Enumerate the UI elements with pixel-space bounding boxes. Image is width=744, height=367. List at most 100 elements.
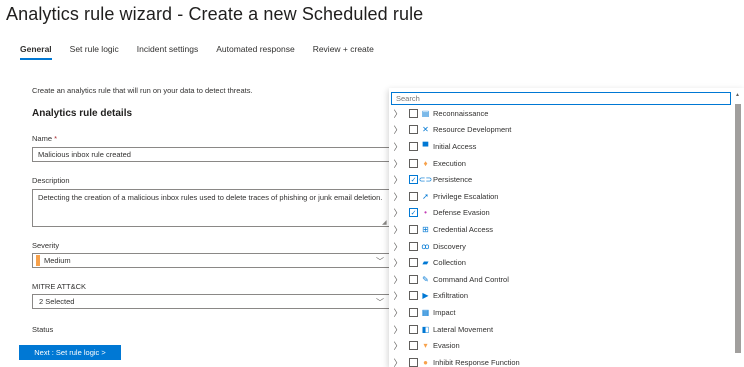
mitre-value: 2 Selected [39,297,75,306]
checkbox[interactable] [409,141,418,151]
list-item[interactable]: 〉 ➚ Privilege Escalation [389,188,731,205]
checkbox[interactable] [409,307,418,317]
chevron-right-icon[interactable]: 〉 [389,123,407,136]
intro-text: Create an analytics rule that will run o… [32,86,253,95]
wizard-tabs: General Set rule logic Incident settings… [20,44,374,60]
description-label: Description [32,176,70,185]
chevron-right-icon[interactable]: 〉 [389,273,407,286]
checkbox[interactable] [409,108,418,118]
scrollbar[interactable]: ▲ [734,92,742,367]
persistence-icon: ⊂⊃ [418,175,433,185]
list-item[interactable]: 〉 ● Inhibit Response Function [389,354,731,367]
chevron-right-icon[interactable]: 〉 [389,356,407,367]
tab-review-create[interactable]: Review + create [313,44,374,60]
checkbox[interactable] [409,357,418,367]
list-item[interactable]: 〉 ✓ • Defense Evasion [389,205,731,222]
checkbox[interactable] [409,158,418,168]
checkbox[interactable] [409,241,418,251]
list-item-label: Defense Evasion [433,208,490,218]
mitre-label: MITRE ATT&CK [32,282,87,291]
list-item-label: Privilege Escalation [433,191,499,201]
reconnaissance-icon: ▤ [421,108,430,118]
list-item-label: Initial Access [433,141,477,151]
name-input[interactable] [32,147,390,162]
list-item-label: Resource Development [433,125,512,135]
checkbox[interactable] [409,125,418,135]
severity-color-bar [36,255,40,266]
list-item-label: Collection [433,258,466,268]
tab-automated-response[interactable]: Automated response [216,44,294,60]
list-item[interactable]: 〉 ꝏ Discovery [389,238,731,255]
collection-icon: ▰ [422,258,429,268]
severity-select[interactable]: Medium ﹀ [32,253,390,268]
exfiltration-icon: ▶ [422,291,429,301]
list-item[interactable]: 〉 ⊞ Credential Access [389,221,731,238]
scroll-up-icon[interactable]: ▲ [735,92,740,98]
list-item[interactable]: 〉 ◧ Lateral Movement [389,321,731,338]
list-item[interactable]: 〉 ✓ ⊂⊃ Persistence [389,171,731,188]
tab-incident-settings[interactable]: Incident settings [137,44,198,60]
checkbox[interactable] [409,324,418,334]
list-item[interactable]: 〉 ▶ Exfiltration [389,288,731,305]
checkbox[interactable] [409,341,418,351]
list-item-label: Lateral Movement [433,324,494,334]
chevron-right-icon[interactable]: 〉 [389,223,407,236]
scrollbar-thumb[interactable] [735,104,741,353]
mitre-select[interactable]: 2 Selected ﹀ [32,294,390,309]
chevron-right-icon[interactable]: 〉 [389,289,407,302]
discovery-icon: ꝏ [421,241,430,251]
list-item-label: Command And Control [433,274,509,284]
resource-development-icon: ✕ [422,125,429,135]
list-item[interactable]: 〉 ▤ Reconnaissance [389,105,731,122]
initial-access-icon: ▀ [422,141,429,151]
more-options-icon[interactable]: ··· [323,6,337,18]
chevron-right-icon[interactable]: 〉 [389,240,407,253]
chevron-right-icon[interactable]: 〉 [389,107,407,120]
impact-icon: ▦ [421,307,430,317]
list-item-label: Impact [433,307,456,317]
list-item[interactable]: 〉 ▀ Initial Access [389,138,731,155]
search-input[interactable] [391,92,731,105]
list-item[interactable]: 〉 ▰ Collection [389,254,731,271]
inhibit-response-function-icon: ● [423,357,428,367]
chevron-right-icon[interactable]: 〉 [389,323,407,336]
chevron-right-icon[interactable]: 〉 [389,339,407,352]
execution-icon: ♦ [423,158,428,168]
checkbox[interactable] [409,224,418,234]
chevron-right-icon[interactable]: 〉 [389,157,407,170]
checkbox[interactable] [409,258,418,268]
resize-grip-icon[interactable]: ◢ [382,219,387,226]
list-item-label: Evasion [433,341,460,351]
list-item[interactable]: 〉 ♦ Execution [389,155,731,172]
chevron-right-icon[interactable]: 〉 [389,190,407,203]
page-title: Analytics rule wizard - Create a new Sch… [6,4,424,24]
lateral-movement-icon: ◧ [421,324,430,334]
checkbox[interactable]: ✓ [409,175,418,185]
list-item-label: Persistence [433,175,473,185]
checkbox[interactable]: ✓ [409,208,418,218]
evasion-icon: ▾ [423,341,428,351]
name-label: Name * [32,134,57,143]
tab-general[interactable]: General [20,44,52,60]
chevron-down-icon: ﹀ [376,257,384,266]
checkbox[interactable] [409,191,418,201]
tactic-list: 〉 ▤ Reconnaissance 〉 ✕ Resource Development 〉 ▀… [389,105,731,367]
chevron-right-icon[interactable]: 〉 [389,140,407,153]
chevron-down-icon: ﹀ [376,298,384,307]
list-item-label: Credential Access [433,224,494,234]
chevron-right-icon[interactable]: 〉 [389,306,407,319]
list-item[interactable]: 〉 ▾ Evasion [389,337,731,354]
checkbox[interactable] [409,274,418,284]
status-label: Status [32,325,54,334]
checkbox[interactable] [409,291,418,301]
chevron-right-icon[interactable]: 〉 [389,173,407,186]
list-item[interactable]: 〉 ✎ Command And Control [389,271,731,288]
list-item[interactable]: 〉 ▦ Impact [389,304,731,321]
list-item[interactable]: 〉 ✕ Resource Development [389,122,731,139]
next-button[interactable]: Next : Set rule logic > [19,345,121,360]
chevron-right-icon[interactable]: 〉 [389,256,407,269]
list-item-label: Reconnaissance [433,108,489,118]
chevron-right-icon[interactable]: 〉 [389,206,407,219]
description-textarea[interactable]: Detecting the creation of a malicious in… [32,189,390,227]
tab-set-rule-logic[interactable]: Set rule logic [70,44,119,60]
